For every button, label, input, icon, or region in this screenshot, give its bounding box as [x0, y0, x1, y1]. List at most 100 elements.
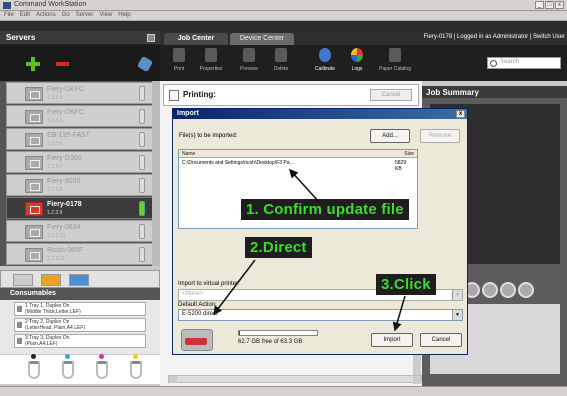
server-item[interactable]: Ricoh-065F 1.2.3.11: [6, 243, 154, 265]
scroll-left-icon[interactable]: [169, 376, 177, 383]
app-header-strip: [0, 21, 567, 31]
toner-color-dot: [31, 354, 36, 359]
center-tabs: Job Center Device Center Fiery-0178 | Lo…: [160, 31, 567, 45]
server-name: Ricoh-065F: [47, 247, 84, 254]
logs-button[interactable]: Logs: [344, 48, 370, 72]
job-summary-title: Job Summary: [422, 86, 567, 98]
column-size[interactable]: Size: [404, 151, 414, 157]
server-ip: 1.2.3.6: [47, 141, 63, 147]
menu-file[interactable]: File: [4, 12, 14, 19]
file-size: 5829 KB: [395, 160, 407, 172]
connect-icon[interactable]: [136, 55, 154, 73]
minimize-button[interactable]: _: [535, 1, 544, 9]
file-row[interactable]: C:\Documents and Settings\ricoh\Desktop\…: [182, 160, 406, 172]
tab-consumables-icon[interactable]: [13, 274, 33, 286]
properties-icon: [205, 48, 217, 62]
add-server-icon[interactable]: [26, 57, 40, 71]
remove-server-icon[interactable]: [56, 62, 69, 66]
servers-panel-header: Servers: [0, 31, 160, 45]
virtual-printer-label: Import to virtual printer:: [178, 281, 240, 287]
server-status-icon: [139, 86, 145, 101]
trash-icon: [275, 48, 287, 62]
cancel-printing-button[interactable]: Cancel: [370, 89, 412, 101]
server-status-icon: [139, 201, 145, 216]
dialog-cancel-button[interactable]: Cancel: [420, 333, 462, 347]
server-ip: 1.2.3.7: [47, 164, 63, 170]
server-icon: [25, 225, 43, 239]
job-action-button-3[interactable]: [500, 282, 516, 298]
server-item[interactable]: Fiery-0178 1.2.3.9: [6, 197, 154, 219]
server-status-icon: [139, 109, 145, 124]
server-list-scrollbar[interactable]: [152, 81, 160, 266]
server-item[interactable]: Fiery-8000 1.2.3.8: [6, 174, 154, 196]
toner-bottle-icon: [130, 354, 142, 379]
server-list: Fiery-DKFC 1.2.3.4 Fiery-DKFC 1.2.3.5 EB-135…: [0, 81, 160, 266]
menu-view[interactable]: View: [99, 12, 112, 19]
menu-server[interactable]: Server: [76, 12, 94, 19]
paper-catalog-button[interactable]: Paper Catalog: [374, 48, 416, 72]
panel-collapse-icon[interactable]: [147, 34, 155, 42]
server-item[interactable]: Fiery-D300 1.2.3.7: [6, 151, 154, 173]
tray-item[interactable]: 3 Tray 3, Duplex On (Plain,A4,LEF): [14, 334, 146, 348]
server-name: Fiery-0634: [47, 224, 81, 231]
menu-actions[interactable]: Actions: [36, 12, 56, 19]
default-action-select[interactable]: E-5200 direct ▼: [178, 309, 463, 321]
remove-button[interactable]: Remove: [420, 129, 460, 143]
free-space-text: 62.7 GB free of 63.3 GB: [238, 339, 303, 345]
scroll-right-icon[interactable]: [413, 376, 421, 383]
column-name[interactable]: Name: [182, 151, 195, 157]
add-button[interactable]: Add...: [370, 129, 410, 143]
tray-item[interactable]: 2 Tray 2, Duplex On (LetterHead, Plain,A4…: [14, 318, 146, 332]
server-name: EB-135-FA97: [47, 132, 90, 139]
server-ip: 1.2.3.4: [47, 95, 63, 101]
calibrate-button[interactable]: Calibrate: [312, 48, 338, 72]
properties-label: Properties: [199, 66, 223, 72]
menu-go[interactable]: Go: [62, 12, 70, 19]
server-item[interactable]: EB-135-FA97 1.2.3.6: [6, 128, 154, 150]
job-action-button-4[interactable]: [518, 282, 534, 298]
server-icon: [25, 133, 43, 147]
app-icon: [3, 2, 11, 9]
toner-color-dot: [133, 354, 138, 359]
delete-button[interactable]: Delete: [268, 48, 294, 72]
job-action-button-2[interactable]: [482, 282, 498, 298]
file-name: C:\Documents and Settings\ricoh\Desktop\…: [182, 160, 294, 166]
paper-catalog-label: Paper Catalog: [379, 66, 411, 72]
print-button[interactable]: Print: [166, 48, 192, 72]
dialog-title: Import: [177, 110, 199, 117]
login-status: Fiery-0178 | Logged in as Administrator …: [423, 34, 565, 40]
server-item[interactable]: Fiery-DKFC 1.2.3.5: [6, 105, 154, 127]
file-list-header: Name Size: [179, 150, 417, 158]
print-icon: [173, 48, 185, 62]
dialog-close-icon[interactable]: x: [456, 110, 465, 118]
server-item[interactable]: Fiery-0634 1.2.3.10: [6, 220, 154, 242]
horizontal-scrollbar[interactable]: [168, 375, 422, 383]
server-status-icon: [139, 178, 145, 193]
chevron-down-icon[interactable]: ▼: [452, 310, 462, 320]
tab-status-icon[interactable]: [69, 274, 89, 286]
job-toolbar: Print Properties Preview Delete Calibrat…: [160, 45, 567, 81]
menu-edit[interactable]: Edit: [20, 12, 30, 19]
search-input[interactable]: Search: [487, 57, 561, 69]
default-action-value: E-5200 direct: [182, 311, 218, 317]
server-item[interactable]: Fiery-DKFC 1.2.3.4: [6, 82, 154, 104]
toner-color-dot: [99, 354, 104, 359]
tab-device-center[interactable]: Device Center: [230, 33, 294, 45]
preview-button[interactable]: Preview: [236, 48, 262, 72]
menu-help[interactable]: Help: [118, 12, 130, 19]
tab-info-icon[interactable]: [41, 274, 61, 286]
servers-title: Servers: [6, 33, 36, 42]
properties-button[interactable]: Properties: [198, 48, 224, 72]
import-button[interactable]: Import: [371, 333, 413, 347]
window-title: Command WorkStation: [14, 1, 87, 8]
tab-job-center[interactable]: Job Center: [164, 33, 228, 45]
chevron-down-icon[interactable]: ▼: [452, 290, 462, 300]
tray-item[interactable]: 1 Tray 1, Duplex On (Middle Thick,Letter,…: [14, 302, 146, 316]
tray-media: (LetterHead, Plain,A4,LEF): [25, 325, 86, 331]
close-button[interactable]: x: [555, 1, 564, 9]
disk-usage-fill: [239, 331, 240, 335]
status-bar: [0, 386, 567, 396]
calibrate-icon: [319, 48, 331, 62]
left-panel-tabs: [0, 270, 160, 288]
maximize-button[interactable]: □: [545, 1, 554, 9]
